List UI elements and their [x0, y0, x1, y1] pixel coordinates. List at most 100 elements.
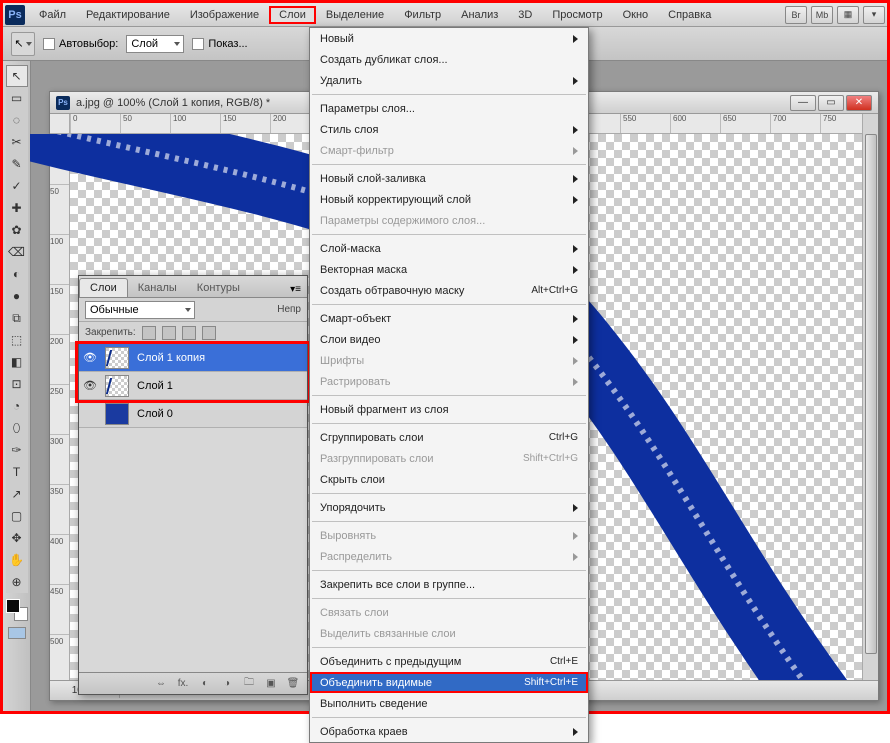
- menu-item: Распределить: [310, 546, 588, 567]
- menu-файл[interactable]: Файл: [29, 6, 76, 24]
- auto-select-dropdown[interactable]: Слой: [126, 35, 184, 53]
- tab-channels[interactable]: Каналы: [128, 279, 187, 297]
- tool-3[interactable]: ✂: [6, 131, 28, 153]
- color-swatch[interactable]: [6, 599, 28, 621]
- menu-item[interactable]: Сгруппировать слоиCtrl+G: [310, 427, 588, 448]
- tool-21[interactable]: ✥: [6, 527, 28, 549]
- quick-mask-icon[interactable]: [8, 627, 26, 639]
- move-tool-icon[interactable]: ↖: [11, 32, 35, 56]
- tab-layers[interactable]: Слои: [79, 278, 128, 297]
- menu-слои[interactable]: Слои: [269, 6, 316, 24]
- menu-item[interactable]: Новый: [310, 28, 588, 49]
- menu-item[interactable]: Новый корректирующий слой: [310, 189, 588, 210]
- tool-8[interactable]: ⌫: [6, 241, 28, 263]
- ruler-corner: [50, 114, 70, 134]
- workspace-switch-icon[interactable]: ▾: [863, 6, 885, 24]
- tool-18[interactable]: T: [6, 461, 28, 483]
- tool-12[interactable]: ⬚: [6, 329, 28, 351]
- tool-13[interactable]: ◧: [6, 351, 28, 373]
- maximize-button[interactable]: ▭: [818, 95, 844, 111]
- menu-item[interactable]: Закрепить все слои в группе...: [310, 574, 588, 595]
- layer-row[interactable]: 👁Слой 1 копия: [79, 344, 307, 372]
- scrollbar-vertical[interactable]: [862, 114, 878, 680]
- menu-редактирование[interactable]: Редактирование: [76, 6, 180, 24]
- panel-tabs: Слои Каналы Контуры ▾≡: [79, 276, 307, 298]
- panel-menu-icon[interactable]: ▾≡: [284, 282, 307, 297]
- menu-item[interactable]: Упорядочить: [310, 497, 588, 518]
- menu-item[interactable]: Векторная маска: [310, 259, 588, 280]
- tool-22[interactable]: ✋: [6, 549, 28, 571]
- mb-icon[interactable]: Mb: [811, 6, 833, 24]
- adjustment-layer-icon[interactable]: ◑: [219, 677, 235, 691]
- menubar: Ps ФайлРедактированиеИзображениеСлоиВыде…: [3, 3, 887, 27]
- bridge-icon[interactable]: Br: [785, 6, 807, 24]
- tool-17[interactable]: ✑: [6, 439, 28, 461]
- tool-1[interactable]: ▭: [6, 87, 28, 109]
- document-title: a.jpg @ 100% (Слой 1 копия, RGB/8) *: [76, 97, 270, 109]
- layer-fx-icon[interactable]: fx.: [175, 677, 191, 691]
- delete-layer-icon[interactable]: 🗑: [285, 677, 301, 691]
- visibility-eye-icon[interactable]: 👁: [79, 379, 101, 392]
- menu-item[interactable]: Обработка краев: [310, 721, 588, 742]
- menu-item[interactable]: Слои видео: [310, 329, 588, 350]
- menu-изображение[interactable]: Изображение: [180, 6, 269, 24]
- minimize-button[interactable]: —: [790, 95, 816, 111]
- tool-9[interactable]: ◐: [6, 263, 28, 285]
- menu-item[interactable]: Новый слой-заливка: [310, 168, 588, 189]
- ps-doc-icon: Ps: [56, 96, 70, 110]
- layer-mask-icon[interactable]: ◐: [197, 677, 213, 691]
- menu-item: Параметры содержимого слоя...: [310, 210, 588, 231]
- tool-6[interactable]: ✚: [6, 197, 28, 219]
- menu-анализ[interactable]: Анализ: [451, 6, 508, 24]
- menu-item[interactable]: Параметры слоя...: [310, 98, 588, 119]
- menu-item[interactable]: Объединить видимыеShift+Ctrl+E: [310, 672, 588, 693]
- layer-row[interactable]: 👁Слой 1: [79, 372, 307, 400]
- layer-thumbnail: [105, 403, 129, 425]
- tool-19[interactable]: ↗: [6, 483, 28, 505]
- blend-mode-dropdown[interactable]: Обычные: [85, 301, 195, 319]
- link-layers-icon[interactable]: ⇔: [153, 677, 169, 691]
- lock-pixels-icon[interactable]: [162, 326, 176, 340]
- tool-15[interactable]: ◔: [6, 395, 28, 417]
- menu-item[interactable]: Выполнить сведение: [310, 693, 588, 714]
- tool-23[interactable]: ⊕: [6, 571, 28, 593]
- grid-icon[interactable]: ▦: [837, 6, 859, 24]
- tool-4[interactable]: ✎: [6, 153, 28, 175]
- tool-14[interactable]: ⊡: [6, 373, 28, 395]
- menu-item[interactable]: Стиль слоя: [310, 119, 588, 140]
- menu-item[interactable]: Удалить: [310, 70, 588, 91]
- tool-16[interactable]: ⬯: [6, 417, 28, 439]
- auto-select-checkbox[interactable]: [43, 38, 55, 50]
- close-button[interactable]: ✕: [846, 95, 872, 111]
- new-layer-icon[interactable]: ▣: [263, 677, 279, 691]
- menu-item[interactable]: Объединить с предыдущимCtrl+E: [310, 651, 588, 672]
- menu-item[interactable]: Создать дубликат слоя...: [310, 49, 588, 70]
- menu-3d[interactable]: 3D: [508, 6, 542, 24]
- lock-transparency-icon[interactable]: [142, 326, 156, 340]
- lock-all-icon[interactable]: [202, 326, 216, 340]
- menu-item[interactable]: Создать обтравочную маскуAlt+Ctrl+G: [310, 280, 588, 301]
- tool-11[interactable]: ⧉: [6, 307, 28, 329]
- menu-окно[interactable]: Окно: [613, 6, 659, 24]
- tab-paths[interactable]: Контуры: [187, 279, 250, 297]
- menu-item[interactable]: Слой-маска: [310, 238, 588, 259]
- menu-справка[interactable]: Справка: [658, 6, 721, 24]
- menu-фильтр[interactable]: Фильтр: [394, 6, 451, 24]
- tool-20[interactable]: ▢: [6, 505, 28, 527]
- tool-2[interactable]: ◌: [6, 109, 28, 131]
- menu-item[interactable]: Скрыть слои: [310, 469, 588, 490]
- visibility-eye-icon[interactable]: 👁: [79, 351, 101, 364]
- menu-выделение[interactable]: Выделение: [316, 6, 394, 24]
- tool-7[interactable]: ✿: [6, 219, 28, 241]
- lock-position-icon[interactable]: [182, 326, 196, 340]
- menu-item[interactable]: Смарт-объект: [310, 308, 588, 329]
- show-transform-checkbox[interactable]: [192, 38, 204, 50]
- menu-item: Смарт-фильтр: [310, 140, 588, 161]
- layer-row[interactable]: Слой 0: [79, 400, 307, 428]
- menu-item[interactable]: Новый фрагмент из слоя: [310, 399, 588, 420]
- tool-0[interactable]: ↖: [6, 65, 28, 87]
- group-icon[interactable]: 🗀: [241, 677, 257, 691]
- tool-5[interactable]: ✓: [6, 175, 28, 197]
- tool-10[interactable]: ●: [6, 285, 28, 307]
- menu-просмотр[interactable]: Просмотр: [542, 6, 612, 24]
